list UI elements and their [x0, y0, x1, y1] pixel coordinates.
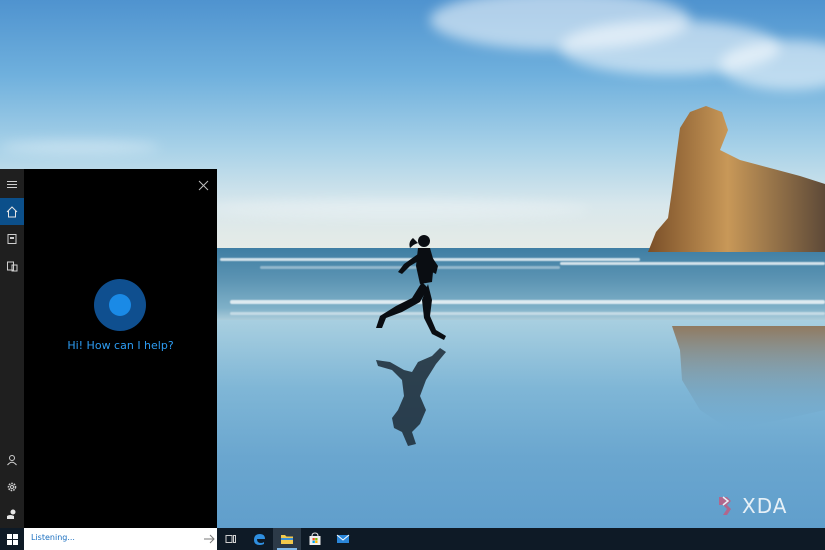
- mail-icon: [336, 534, 350, 543]
- store-button[interactable]: [301, 528, 329, 550]
- xda-logo-icon: [719, 496, 731, 515]
- account-icon: [7, 454, 17, 465]
- file-explorer-icon: [281, 535, 293, 544]
- home-icon: [6, 205, 18, 217]
- cortana-greeting: Hi! How can I help?: [67, 339, 174, 352]
- devices-icon: [7, 261, 18, 271]
- settings-gear-icon: [7, 482, 17, 491]
- start-button[interactable]: [0, 528, 24, 550]
- mail-button[interactable]: [329, 528, 357, 550]
- notebook-icon: [7, 233, 17, 244]
- xda-watermark-text: XDA: [742, 494, 788, 518]
- task-view-icon: [225, 535, 236, 543]
- cortana-notebook-button[interactable]: [0, 225, 24, 252]
- cortana-settings-button[interactable]: [0, 473, 24, 500]
- cortana-nav-rail: [0, 169, 24, 528]
- hamburger-menu-icon: [7, 180, 17, 188]
- cortana-account-button[interactable]: [0, 446, 24, 473]
- submit-arrow-icon[interactable]: [202, 532, 216, 546]
- hamburger-menu-button[interactable]: [0, 171, 24, 198]
- cortana-search-box[interactable]: Listening...: [24, 528, 217, 550]
- cortana-home-button[interactable]: [0, 198, 24, 225]
- cortana-feedback-button[interactable]: [0, 500, 24, 527]
- cortana-orb-core: [109, 294, 131, 316]
- cortana-close-button[interactable]: [194, 176, 212, 194]
- file-explorer-button[interactable]: [273, 528, 301, 550]
- windows-logo-icon: [6, 533, 18, 545]
- feedback-icon: [7, 509, 16, 519]
- cortana-orb: [94, 279, 146, 331]
- store-icon: [309, 532, 321, 545]
- edge-button[interactable]: [245, 528, 273, 550]
- taskbar: Listening...: [0, 528, 825, 550]
- close-icon: [198, 180, 208, 190]
- search-input[interactable]: Listening...: [31, 533, 75, 542]
- xda-watermark: XDA: [716, 492, 796, 520]
- cortana-devices-button[interactable]: [0, 252, 24, 279]
- edge-icon: [254, 534, 265, 545]
- cortana-panel: Hi! How can I help?: [0, 169, 217, 528]
- task-view-button[interactable]: [217, 528, 245, 550]
